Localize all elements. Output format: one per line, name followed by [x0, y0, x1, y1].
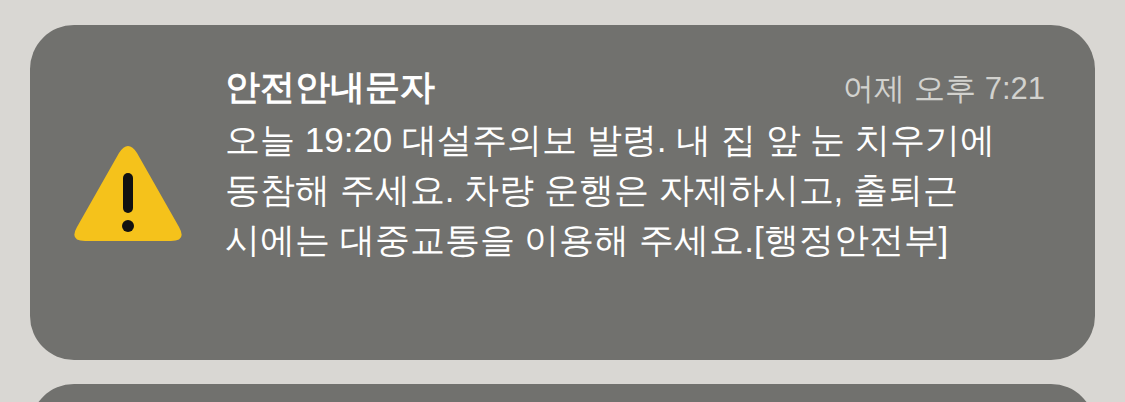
warning-icon	[73, 143, 183, 243]
notification-card[interactable]: 안전안내문자 어제 오후 7:21오늘 19:20 대설주의보 발령. 내 집 앞…	[30, 25, 1095, 360]
lock-screen: 안전안내문자 어제 오후 7:21오늘 19:20 대설주의보 발령. 내 집 앞…	[0, 0, 1125, 402]
notification-app-name: 안전안내문자	[225, 63, 435, 111]
next-notification-card[interactable]	[30, 384, 1095, 402]
notification-time: 어제 오후 7:21	[843, 67, 1045, 111]
notification-content: 안전안내문자 어제 오후 7:21오늘 19:20 대설주의보 발령. 내 집 앞…	[225, 25, 1095, 360]
notification-body: 오늘 19:20 대설주의보 발령. 내 집 앞 눈 치우기에 동참해 주세요.…	[225, 115, 1045, 265]
notification-icon-column	[30, 25, 225, 360]
notification-header: 안전안내문자 어제 오후 7:21	[225, 63, 1045, 111]
